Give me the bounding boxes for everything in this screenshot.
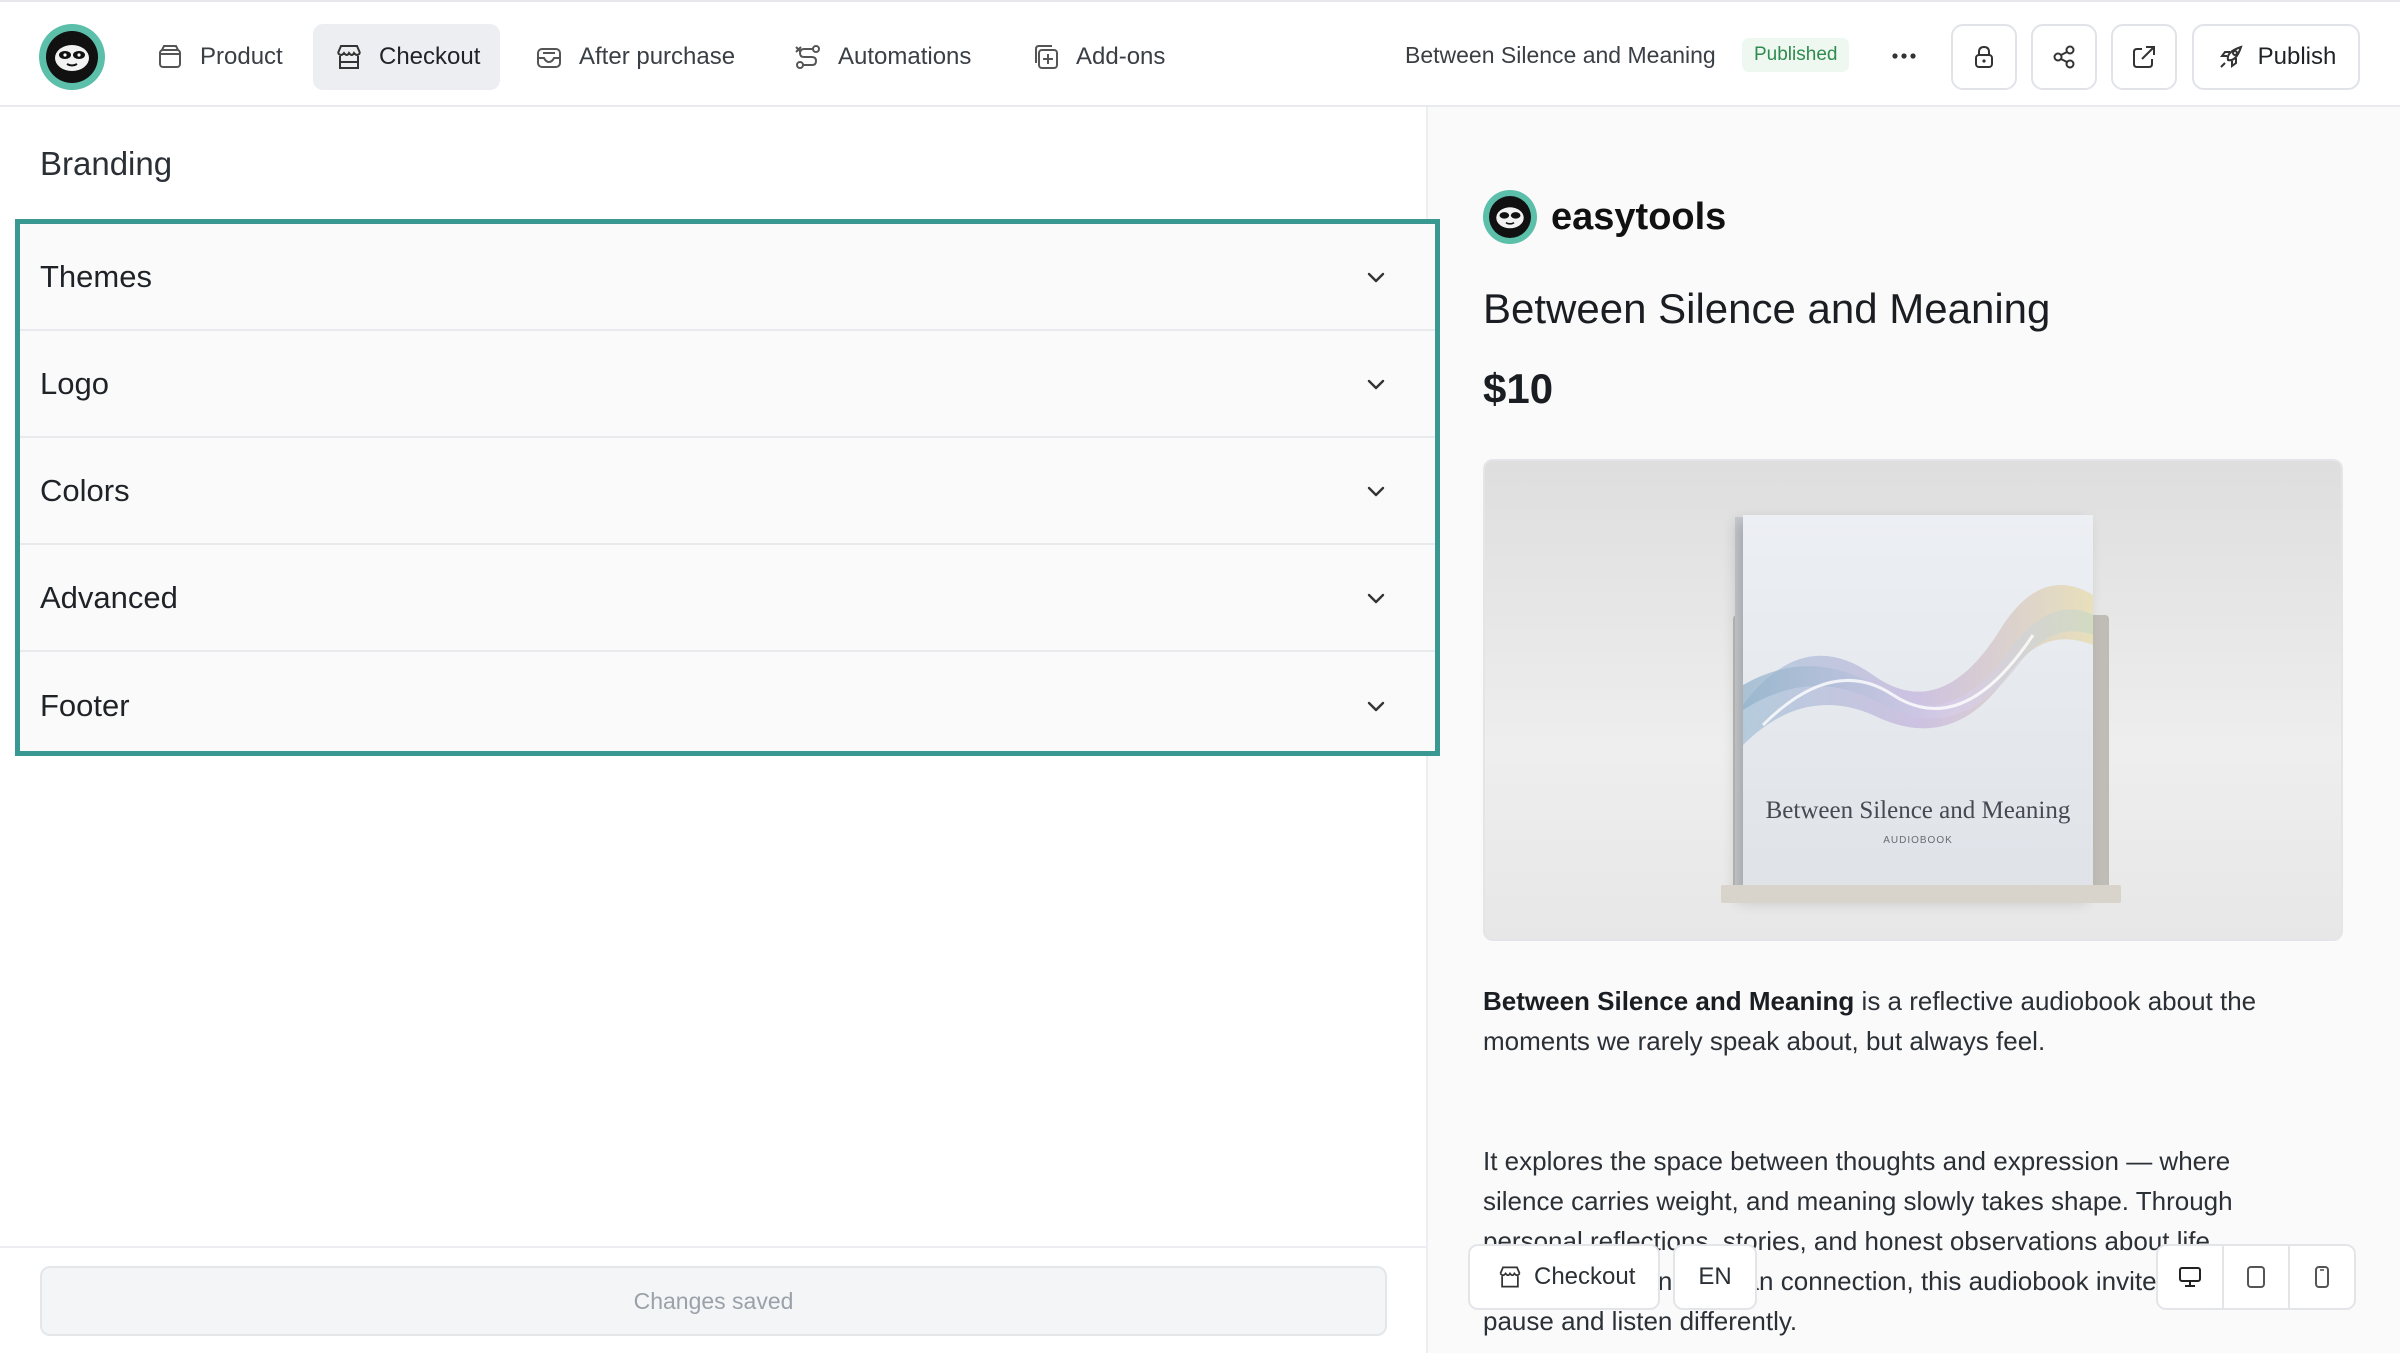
chevron-down-icon <box>1367 701 1385 711</box>
branding-accordion: Themes Logo Colors Advanced Footer <box>15 219 1440 756</box>
nav-product[interactable]: Product <box>134 24 303 90</box>
accordion-label: Colors <box>40 472 130 508</box>
top-bar: Product Checkout After purchase Automati… <box>0 0 2400 107</box>
nav-automations[interactable]: Automations <box>772 24 991 90</box>
product-title: Between Silence and Meaning <box>1483 285 2051 332</box>
mobile-icon <box>2315 1266 2329 1288</box>
chevron-down-icon <box>1367 272 1385 282</box>
book-cover-title: Between Silence and Meaning <box>1765 797 2071 824</box>
device-switcher <box>2156 1244 2356 1310</box>
accordion-item-footer[interactable]: Footer <box>20 652 1435 759</box>
product-price: $10 <box>1483 365 1554 412</box>
desktop-view-button[interactable] <box>2158 1246 2224 1308</box>
tablet-view-button[interactable] <box>2224 1246 2290 1308</box>
nav-after-purchase[interactable]: After purchase <box>513 24 755 90</box>
box-icon <box>159 45 181 68</box>
book-cover-subtitle: AUDIOBOOK <box>1883 835 1953 846</box>
sloth-face-icon <box>1496 207 1524 229</box>
lock-icon <box>1975 45 1993 68</box>
route-icon <box>795 45 820 69</box>
book-base <box>1721 885 2121 903</box>
product-description: Between Silence and Meaning is a reflect… <box>1483 981 2343 1061</box>
nav-checkout-label: Checkout <box>379 43 481 70</box>
nav-after-purchase-label: After purchase <box>579 43 736 70</box>
brand-logo <box>1483 190 1537 244</box>
description-line: silence carries weight, and meaning slow… <box>1483 1186 2233 1216</box>
chevron-down-icon <box>1367 593 1385 603</box>
chevron-down-icon <box>1367 379 1385 389</box>
section-title: Branding <box>40 145 173 182</box>
inbox-icon <box>537 48 561 68</box>
publish-button-label: Publish <box>2257 43 2337 70</box>
nav-checkout[interactable]: Checkout <box>313 24 501 90</box>
document-title: Between Silence and Meaning <box>1405 42 1716 68</box>
more-dots-icon <box>1892 53 1916 59</box>
language-button[interactable]: EN <box>1673 1244 1757 1310</box>
accordion-label: Advanced <box>40 579 178 615</box>
mobile-view-button[interactable] <box>2290 1246 2354 1308</box>
publish-button[interactable]: Publish <box>2192 24 2360 90</box>
nav-product-label: Product <box>200 43 283 70</box>
brand-header: easytools <box>1483 190 1726 244</box>
plus-square-icon <box>1035 45 1058 69</box>
accordion-item-colors[interactable]: Colors <box>20 438 1435 545</box>
accordion-label: Footer <box>40 687 130 723</box>
more-options-button[interactable] <box>1886 40 1922 72</box>
desktop-icon <box>2179 1267 2201 1287</box>
lock-button[interactable] <box>1951 24 2017 90</box>
nav-add-ons[interactable]: Add-ons <box>1010 24 1185 90</box>
status-badge: Published <box>1742 38 1850 72</box>
rocket-icon <box>2219 45 2243 68</box>
accordion-item-themes[interactable]: Themes <box>20 224 1435 331</box>
external-link-icon <box>2133 46 2155 68</box>
footer-bar: Changes saved <box>0 1246 1426 1353</box>
chevron-down-icon <box>1367 486 1385 496</box>
preview-checkout-button[interactable]: Checkout <box>1468 1244 1660 1310</box>
accordion-label: Themes <box>40 258 152 294</box>
accordion-label: Logo <box>40 365 109 401</box>
store-icon <box>1499 1266 1521 1288</box>
product-description-2: It explores the space between thoughts a… <box>1483 1141 2343 1341</box>
app-logo[interactable] <box>39 24 105 90</box>
description-bold: Between Silence and Meaning <box>1483 986 1855 1016</box>
wave-artwork <box>1743 585 2093 745</box>
changes-saved-button[interactable]: Changes saved <box>40 1266 1387 1336</box>
accordion-item-advanced[interactable]: Advanced <box>20 545 1435 652</box>
sloth-face-icon <box>55 45 89 71</box>
description-line: It explores the space between thoughts a… <box>1483 1146 2231 1176</box>
preview-checkout-label: Checkout <box>1534 1263 1636 1290</box>
accordion-item-logo[interactable]: Logo <box>20 331 1435 438</box>
store-icon <box>337 45 361 69</box>
share-button[interactable] <box>2031 24 2097 90</box>
nav-add-ons-label: Add-ons <box>1076 43 1166 70</box>
share-icon <box>2053 45 2075 69</box>
brand-name: easytools <box>1551 195 1727 238</box>
product-image: Between Silence and Meaning AUDIOBOOK <box>1483 459 2343 941</box>
open-external-button[interactable] <box>2111 24 2177 90</box>
checkout-preview: easytools Between Silence and Meaning $1… <box>1428 107 2400 1353</box>
nav-automations-label: Automations <box>838 43 972 70</box>
tablet-icon <box>2247 1266 2265 1288</box>
